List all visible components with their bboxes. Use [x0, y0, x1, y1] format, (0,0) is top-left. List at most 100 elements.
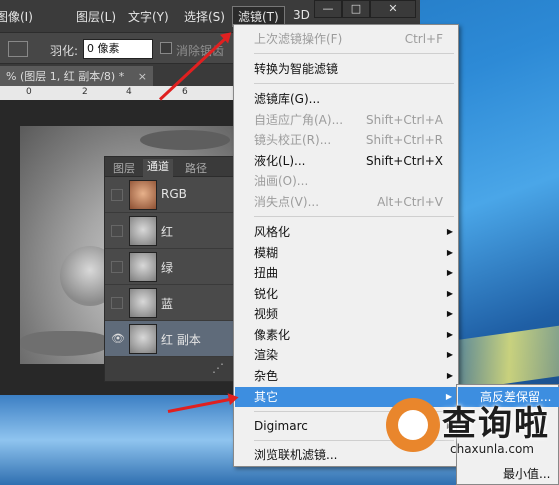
- ruler-tick: 2: [82, 87, 88, 97]
- menu-3d[interactable]: 3D: [293, 8, 310, 22]
- maximize-button[interactable]: □: [342, 0, 370, 18]
- menu-item-filter-gallery[interactable]: 滤镜库(G)...: [254, 89, 459, 109]
- menu-item-label: 浏览联机滤镜...: [254, 448, 338, 462]
- channel-row-red-copy[interactable]: 👁 红 副本: [105, 321, 236, 357]
- load-selection-icon[interactable]: ⋰: [212, 361, 224, 375]
- window-controls: — □ ✕: [314, 0, 416, 20]
- menu-item-label: 风格化: [254, 225, 291, 239]
- panel-footer: ⋰: [105, 357, 236, 381]
- panel-tabs: 图层 通道 路径: [105, 157, 236, 177]
- menu-item-liquify[interactable]: 液化(L)... Shift+Ctrl+X: [254, 151, 459, 171]
- tab-channels[interactable]: 通道: [143, 159, 173, 177]
- menu-item-lens-correction[interactable]: 镜头校正(R)... Shift+Ctrl+R: [254, 130, 459, 150]
- menu-item-label: 消失点(V)...: [254, 195, 320, 209]
- marquee-tool-icon[interactable]: [8, 41, 28, 57]
- menu-item-label: 其它: [254, 390, 279, 404]
- submenu-item-minimum[interactable]: 最小值...: [503, 465, 550, 482]
- submenu-arrow-icon: ▶: [446, 371, 453, 380]
- menu-item-label: 液化(L)...: [254, 154, 306, 168]
- eye-icon[interactable]: 👁: [111, 333, 125, 345]
- shortcut-label: Alt+Ctrl+V: [377, 195, 443, 209]
- menu-select[interactable]: 选择(S): [184, 8, 225, 25]
- menu-item-adaptive-wide-angle[interactable]: 自适应广角(A)... Shift+Ctrl+A: [254, 110, 459, 130]
- channel-row-rgb[interactable]: RGB: [105, 177, 236, 213]
- menu-item-label: 像素化: [254, 328, 291, 342]
- menu-item-vanishing-point[interactable]: 消失点(V)... Alt+Ctrl+V: [254, 192, 459, 212]
- tab-paths[interactable]: 路径: [185, 160, 207, 176]
- watermark-title: 查询啦: [442, 404, 550, 444]
- antialias-checkbox[interactable]: [160, 42, 172, 54]
- submenu-arrow-icon: ▶: [446, 248, 453, 257]
- menu-separator: [254, 53, 454, 54]
- visibility-toggle[interactable]: [111, 297, 123, 309]
- feather-input[interactable]: 0 像素: [83, 39, 153, 59]
- close-icon[interactable]: ×: [138, 70, 147, 83]
- menu-item-blur[interactable]: 模糊 ▶: [254, 243, 459, 263]
- menu-item-label: 转换为智能滤镜: [254, 62, 339, 76]
- menu-layer[interactable]: 图层(L): [76, 8, 116, 25]
- watermark-url: chaxunla.com: [450, 442, 534, 456]
- menu-item-label: 模糊: [254, 246, 279, 260]
- menu-item-oil-paint[interactable]: 油画(O)...: [254, 171, 459, 191]
- menu-image[interactable]: 图像(I): [0, 8, 33, 25]
- menu-item-convert-smart-filter[interactable]: 转换为智能滤镜: [254, 59, 459, 79]
- menu-item-label: 渲染: [254, 348, 279, 362]
- ruler-tick: 0: [26, 87, 32, 97]
- channel-row-green[interactable]: 绿: [105, 249, 236, 285]
- visibility-toggle[interactable]: [111, 189, 123, 201]
- submenu-arrow-icon: ▶: [446, 227, 453, 236]
- feather-label: 羽化:: [50, 44, 79, 58]
- menu-item-label: 油画(O)...: [254, 174, 309, 188]
- minimize-button[interactable]: —: [314, 0, 342, 18]
- channel-row-blue[interactable]: 蓝: [105, 285, 236, 321]
- menu-item-distort[interactable]: 扭曲 ▶: [254, 263, 459, 283]
- menu-item-render[interactable]: 渲染 ▶: [254, 345, 459, 365]
- visibility-toggle[interactable]: [111, 261, 123, 273]
- channel-row-red[interactable]: 红: [105, 213, 236, 249]
- submenu-arrow-icon: ▶: [446, 268, 453, 277]
- menu-item-label: 杂色: [254, 369, 279, 383]
- menu-item-sharpen[interactable]: 锐化 ▶: [254, 284, 459, 304]
- channel-label: RGB: [161, 187, 187, 201]
- menu-separator: [254, 216, 454, 217]
- submenu-arrow-icon: ▶: [446, 330, 453, 339]
- menu-item-label: 锐化: [254, 287, 279, 301]
- document-tab[interactable]: % (图层 1, 红 副本/8) * ×: [0, 66, 153, 86]
- shortcut-label: Shift+Ctrl+A: [366, 113, 443, 127]
- channel-label: 红 副本: [161, 333, 201, 347]
- channel-label: 蓝: [161, 297, 174, 311]
- menu-item-label: 镜头校正(R)...: [254, 133, 332, 147]
- menu-item-video[interactable]: 视频 ▶: [254, 304, 459, 324]
- menu-separator: [254, 83, 454, 84]
- shortcut-label: Shift+Ctrl+X: [366, 154, 443, 168]
- watermark: 查询啦 chaxunla.com: [378, 392, 559, 464]
- submenu-arrow-icon: ▶: [446, 350, 453, 359]
- channel-thumbnail: [129, 216, 157, 246]
- menu-type[interactable]: 文字(Y): [128, 8, 169, 25]
- search-logo-icon: [386, 398, 440, 452]
- menu-item-label: 滤镜库(G)...: [254, 92, 321, 106]
- channel-thumbnail: [129, 252, 157, 282]
- shortcut-label: Shift+Ctrl+R: [365, 133, 443, 147]
- menu-item-pixelate[interactable]: 像素化 ▶: [254, 325, 459, 345]
- close-button[interactable]: ✕: [370, 0, 416, 18]
- channels-panel: 图层 通道 路径 RGB 红 绿 蓝 👁 红 副本 ⋰: [104, 156, 237, 382]
- menu-item-label: 自适应广角(A)...: [254, 113, 344, 127]
- submenu-arrow-icon: ▶: [446, 309, 453, 318]
- visibility-toggle[interactable]: [111, 225, 123, 237]
- menu-item-noise[interactable]: 杂色 ▶: [254, 366, 459, 386]
- channel-thumbnail: [129, 288, 157, 318]
- shortcut-label: Ctrl+F: [404, 32, 443, 46]
- channel-thumbnail: [129, 180, 157, 210]
- menu-item-label: 视频: [254, 307, 279, 321]
- photo-eyebrow: [140, 130, 230, 150]
- menu-item-stylize[interactable]: 风格化 ▶: [254, 222, 459, 242]
- ruler-tick: 6: [182, 87, 188, 97]
- menu-item-last-filter[interactable]: 上次滤镜操作(F) Ctrl+F: [254, 29, 459, 49]
- tab-layers[interactable]: 图层: [113, 160, 135, 176]
- document-tab-title: % (图层 1, 红 副本/8) *: [6, 70, 125, 83]
- menu-item-label: 扭曲: [254, 266, 279, 280]
- menu-item-label: 上次滤镜操作(F): [254, 32, 343, 46]
- channel-label: 绿: [161, 261, 174, 275]
- submenu-arrow-icon: ▶: [446, 289, 453, 298]
